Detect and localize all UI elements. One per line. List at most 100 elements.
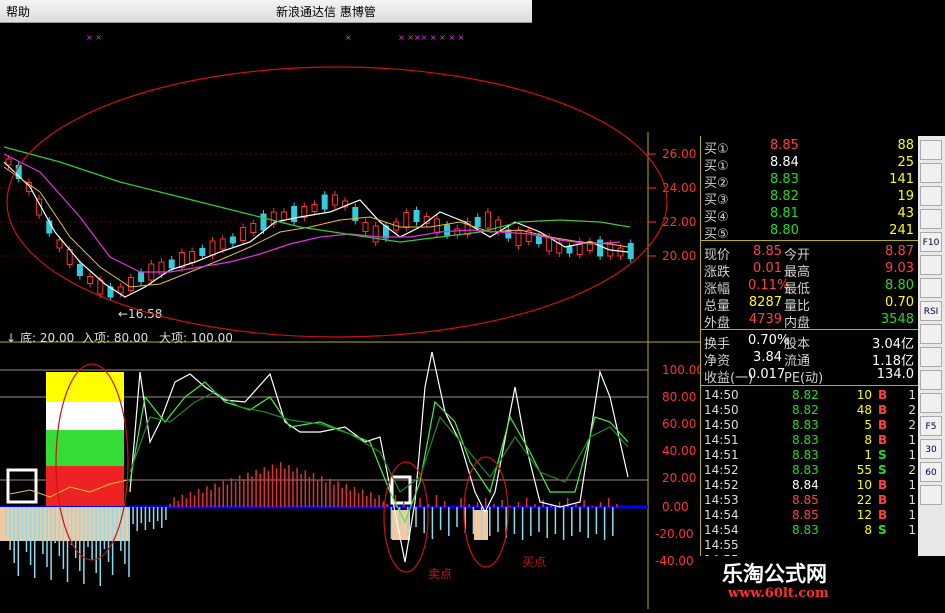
order-book-row: 买③ 8.82 19 xyxy=(700,189,918,208)
trade-time: 14:53 xyxy=(704,493,739,507)
sell-point-label: 卖点 xyxy=(428,567,452,581)
trade-side: S xyxy=(878,463,887,477)
candle xyxy=(250,223,257,233)
order-book-row: 买① 8.84 25 xyxy=(700,155,918,174)
level-block-yellow xyxy=(46,372,124,402)
toolbar-button[interactable]: 60 xyxy=(920,462,942,482)
trade-volume: 8 xyxy=(864,433,872,447)
separator xyxy=(700,240,918,241)
indicator-tick: -20.00 xyxy=(655,527,694,541)
trade-count: 1 xyxy=(908,508,916,522)
trade-volume: 10 xyxy=(856,478,872,492)
price-tick: 26.00 xyxy=(662,147,696,161)
trade-side: B xyxy=(878,493,888,507)
candle xyxy=(627,243,634,259)
order-volume: 141 xyxy=(889,172,914,187)
candle xyxy=(87,276,94,284)
toolbar-button[interactable] xyxy=(920,278,942,298)
candle xyxy=(76,264,83,276)
fund-value: 0.017 xyxy=(748,367,786,382)
separator xyxy=(700,385,918,386)
trade-row: 14:52 8.84 10 B 1 xyxy=(700,478,918,493)
fund-label: PE(动) xyxy=(784,371,824,386)
trade-price: 8.82 xyxy=(792,388,819,402)
candle xyxy=(321,194,328,210)
toolbar-button[interactable]: F10 xyxy=(920,232,942,252)
chart-area[interactable]: × × × × ××× × × × × 26.00 24.00 22.00 20.0… xyxy=(0,22,704,609)
trade-row: 14:54 8.85 12 B 1 xyxy=(700,508,918,523)
candle xyxy=(56,239,63,249)
toolbar-button[interactable] xyxy=(920,255,942,275)
indicator-tick: 20.00 xyxy=(662,471,696,485)
toolbar-button[interactable] xyxy=(920,324,942,344)
toolbar-button[interactable]: 30 xyxy=(920,439,942,459)
toolbar-button[interactable] xyxy=(920,209,942,229)
order-volume: 25 xyxy=(897,155,914,170)
help-menu[interactable]: 帮助 xyxy=(6,3,30,20)
level-block-red xyxy=(46,466,124,506)
low-price-label: ←16.58 xyxy=(118,307,162,321)
trade-price: 8.85 xyxy=(792,508,819,522)
ma-line-magenta xyxy=(3,153,621,273)
order-volume: 88 xyxy=(897,138,914,153)
menu-bar: 帮助 新浪通达信 惠博管 xyxy=(0,0,532,23)
candle xyxy=(474,217,481,227)
trade-volume: 8 xyxy=(864,523,872,537)
candle xyxy=(138,272,145,282)
trade-count: 2 xyxy=(908,418,916,432)
candle xyxy=(280,211,287,221)
order-volume: 19 xyxy=(897,189,914,204)
toolbar-button[interactable] xyxy=(920,347,942,367)
trade-price: 8.84 xyxy=(792,478,819,492)
trade-count: 2 xyxy=(908,463,916,477)
trade-row: 14:55 xyxy=(700,538,918,553)
toolbar-button[interactable] xyxy=(920,140,942,160)
toolbar-button[interactable] xyxy=(920,186,942,206)
fund-value: 0.70% xyxy=(748,333,790,348)
trade-side: B xyxy=(878,478,888,492)
stat-value: 0.11% xyxy=(748,278,790,293)
quote-stat-row: 涨跌 0.01 最高 9.03 xyxy=(700,261,918,280)
order-price: 8.83 xyxy=(770,172,799,187)
trade-volume: 10 xyxy=(856,388,872,402)
trade-count: 1 xyxy=(908,433,916,447)
trade-count: 1 xyxy=(908,523,916,537)
fund-label: 收益(一) xyxy=(704,371,754,386)
trade-side: B xyxy=(878,388,888,402)
toolbar-button[interactable]: F5 xyxy=(920,416,942,436)
trade-price: 8.85 xyxy=(792,493,819,507)
stat-value: 8287 xyxy=(748,295,782,310)
trade-volume: 5 xyxy=(864,418,872,432)
order-price: 8.81 xyxy=(770,206,799,221)
order-price: 8.84 xyxy=(770,155,799,170)
stat-value: 8.80 xyxy=(885,278,914,293)
candle xyxy=(566,246,573,254)
fundamental-row: 换手 0.70% 股本 3.04亿 xyxy=(700,333,918,352)
trade-volume: 12 xyxy=(856,508,872,522)
trade-side: B xyxy=(878,403,888,417)
toolbar-button[interactable] xyxy=(920,393,942,413)
stat-value: 0.01 xyxy=(753,261,782,276)
trade-volume: 1 xyxy=(864,448,872,462)
toolbar-button[interactable] xyxy=(920,163,942,183)
trade-row: 14:52 8.83 55 S 2 xyxy=(700,463,918,478)
indicator-param-entry: 入项: 80.00 xyxy=(82,331,148,345)
chart-svg[interactable]: × × × × ××× × × × × 26.00 24.00 22.00 20.0… xyxy=(0,22,704,609)
toolbar-button[interactable] xyxy=(920,370,942,390)
trade-time: 14:52 xyxy=(704,478,739,492)
indicator-tick: 40.00 xyxy=(662,444,696,458)
candle xyxy=(229,236,236,244)
toolbar-button[interactable]: RSI xyxy=(920,301,942,321)
signal-box xyxy=(6,468,38,504)
order-price: 8.85 xyxy=(770,138,799,153)
candle xyxy=(535,236,542,244)
watermark: 乐淘公式网 www.60lt.com xyxy=(700,556,945,609)
trade-volume: 55 xyxy=(856,463,872,477)
indicator-tick: -40.00 xyxy=(655,554,694,568)
stat-value: 8.85 xyxy=(753,244,782,259)
toolbar-button[interactable] xyxy=(920,485,942,505)
fundamental-row: 净资 3.84 流通 1.18亿 xyxy=(700,350,918,369)
stat-value: 9.03 xyxy=(885,261,914,276)
order-volume: 43 xyxy=(897,206,914,221)
candle xyxy=(372,225,379,243)
